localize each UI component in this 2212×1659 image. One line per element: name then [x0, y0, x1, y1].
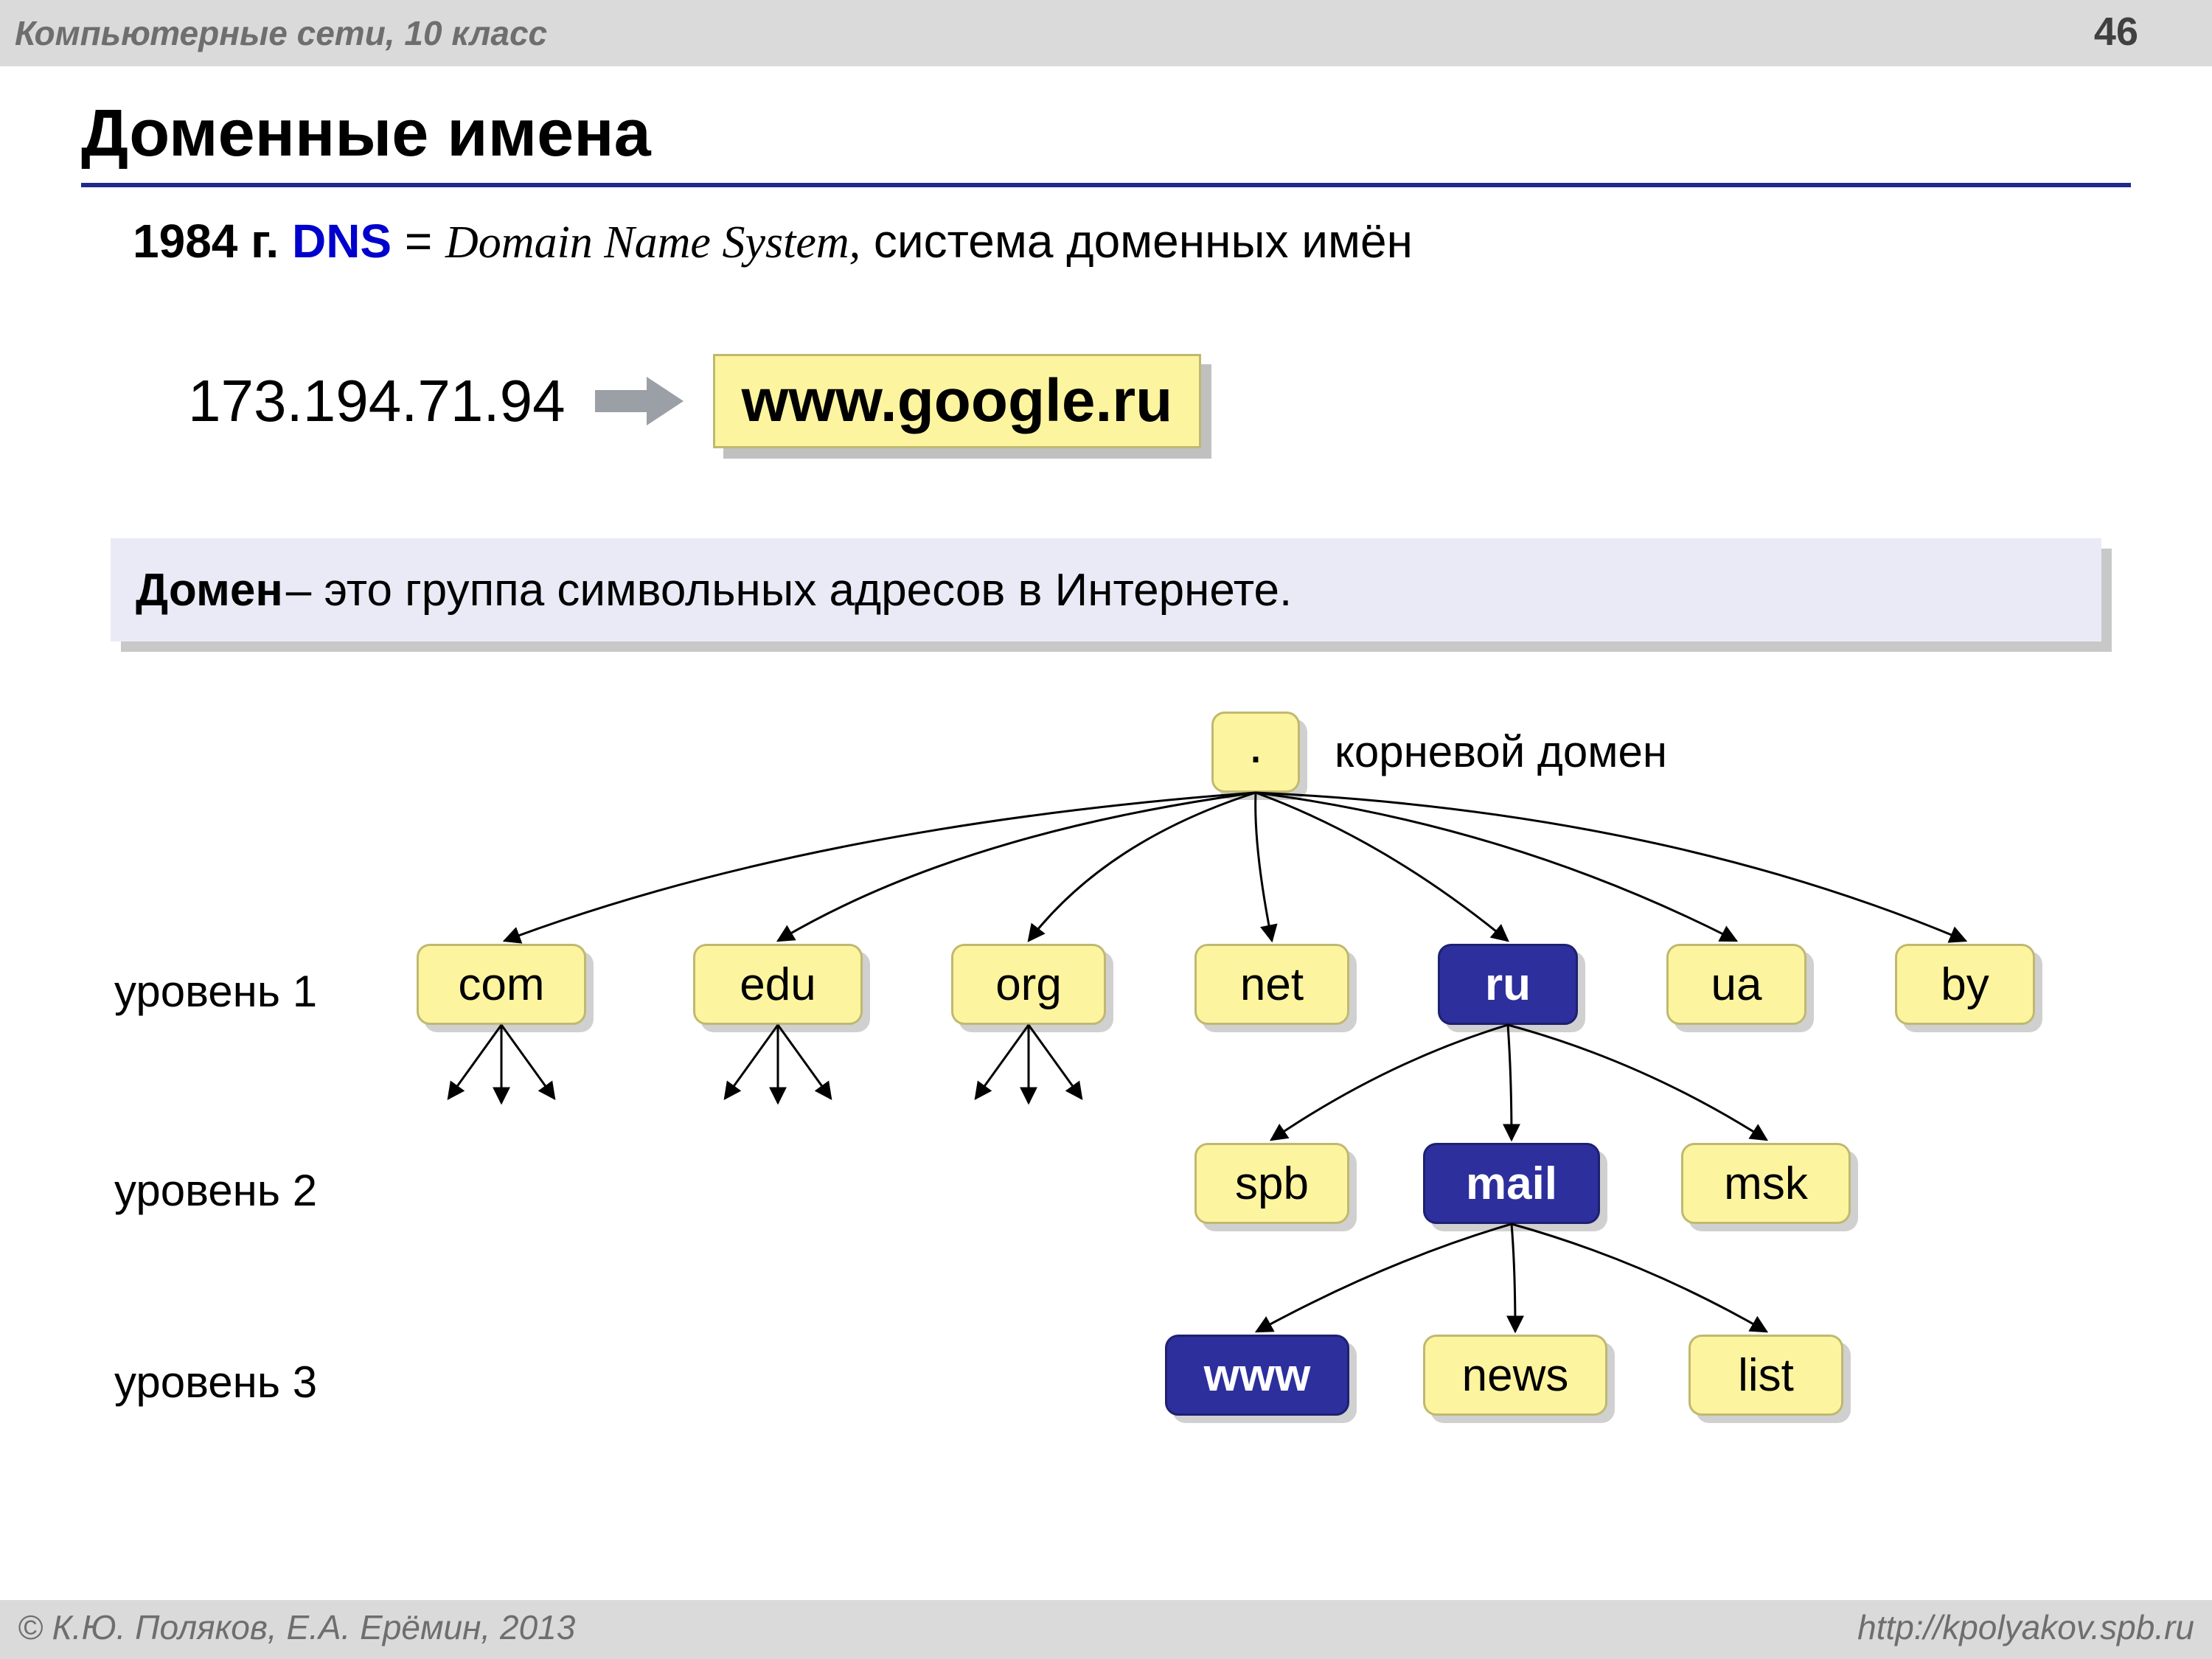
node-www: www — [1165, 1335, 1349, 1416]
node-org-text: org — [995, 959, 1062, 1011]
domain-box: www.google.ru — [713, 354, 1202, 448]
root-label: корневой домен — [1335, 726, 1667, 777]
definition-text: – это группа символьных адресов в Интерн… — [286, 564, 1292, 616]
node-list-text: list — [1738, 1349, 1794, 1402]
node-list: list — [1688, 1335, 1843, 1416]
node-msk: msk — [1681, 1143, 1851, 1224]
slide-title: Доменные имена — [81, 96, 651, 172]
intro-rest: система доменных имён — [874, 215, 1413, 268]
level2-label: уровень 2 — [114, 1165, 317, 1216]
node-ru: ru — [1438, 944, 1578, 1025]
course-label: Компьютерные сети, 10 класс — [15, 13, 547, 53]
node-by: by — [1895, 944, 2035, 1025]
arrow-icon — [595, 377, 684, 425]
intro-dns: DNS — [292, 215, 392, 268]
node-root: . — [1211, 712, 1300, 793]
node-edu-text: edu — [740, 959, 815, 1011]
node-ua: ua — [1666, 944, 1806, 1025]
node-ru-text: ru — [1485, 959, 1531, 1011]
node-edu: edu — [693, 944, 863, 1025]
node-mail-text: mail — [1466, 1158, 1557, 1210]
title-underline — [81, 183, 2131, 187]
intro-line: 1984 г. DNS = Domain Name System, систем… — [133, 214, 1413, 269]
node-org: org — [951, 944, 1106, 1025]
node-root-text: . — [1248, 714, 1263, 775]
page-number: 46 — [2094, 9, 2138, 55]
node-com-text: com — [458, 959, 544, 1011]
intro-full: Domain Name System, — [445, 218, 860, 268]
node-ua-text: ua — [1711, 959, 1762, 1011]
domain-text: www.google.ru — [713, 354, 1202, 448]
footer-url: http://kpolyakov.spb.ru — [1857, 1607, 2194, 1647]
node-mail: mail — [1423, 1143, 1600, 1224]
level1-label: уровень 1 — [114, 966, 317, 1017]
node-net: net — [1194, 944, 1349, 1025]
intro-year: 1984 г. — [133, 215, 292, 268]
definition-term: Домен — [136, 564, 283, 616]
intro-eq: = — [405, 215, 445, 268]
node-msk-text: msk — [1724, 1158, 1808, 1210]
node-by-text: by — [1941, 959, 1989, 1011]
node-spb-text: spb — [1235, 1158, 1309, 1210]
footer-copyright: © К.Ю. Поляков, Е.А. Ерёмин, 2013 — [18, 1607, 575, 1647]
ip-address: 173.194.71.94 — [188, 367, 566, 435]
node-news-text: news — [1462, 1349, 1569, 1402]
node-news: news — [1423, 1335, 1607, 1416]
node-net-text: net — [1240, 959, 1304, 1011]
level3-label: уровень 3 — [114, 1357, 317, 1408]
node-www-text: www — [1204, 1349, 1311, 1402]
definition-box: Домен – это группа символьных адресов в … — [111, 538, 2101, 641]
node-com: com — [417, 944, 586, 1025]
node-spb: spb — [1194, 1143, 1349, 1224]
